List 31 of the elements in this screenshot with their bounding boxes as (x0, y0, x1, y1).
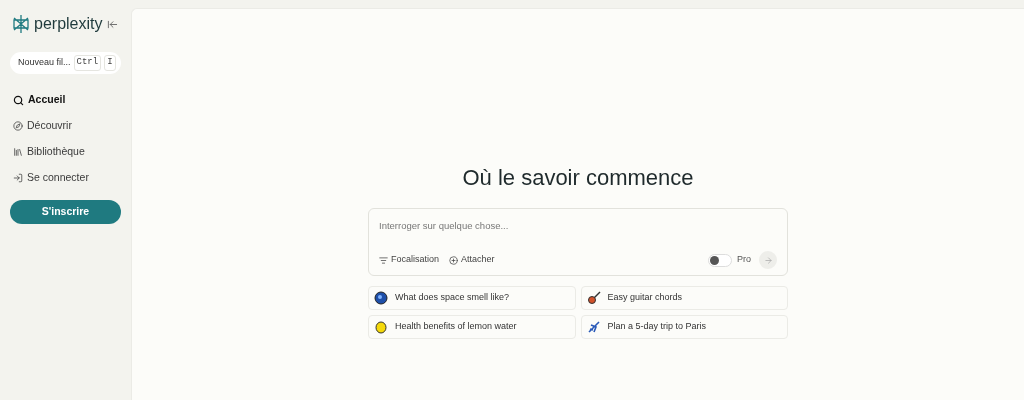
nav-item[interactable]: Se connecter (10, 168, 121, 188)
new-thread-button[interactable]: Nouveau fil... Ctrl I (10, 52, 121, 74)
plus-circle-icon (449, 255, 459, 265)
pro-label: Pro (737, 253, 751, 267)
compass-icon (13, 121, 23, 131)
suggestion-card[interactable]: Plan a 5-day trip to Paris (580, 315, 788, 339)
suggestion-card[interactable]: Health benefits of lemon water (368, 315, 576, 339)
search-field[interactable]: Interroger sur quelque chose... (379, 219, 777, 234)
heading: Où le savoir commence (462, 164, 694, 192)
guitar-icon (586, 291, 601, 305)
signup-button[interactable]: S'inscrire (10, 200, 121, 224)
shortcut-key: Ctrl (73, 55, 102, 71)
search-icon (13, 94, 24, 106)
filter-icon (379, 255, 388, 265)
logo-icon (12, 14, 30, 34)
shortcut-key: I (104, 55, 116, 71)
lemon-icon (374, 320, 388, 334)
arrow-right-icon (763, 255, 773, 265)
collapse-icon[interactable] (107, 18, 118, 30)
focus-button[interactable]: Focalisation (379, 253, 440, 267)
library-icon (13, 147, 23, 157)
suggestion-card[interactable]: Easy guitar chords (580, 286, 788, 310)
suggestion-card[interactable]: What does space smell like? (368, 286, 576, 310)
attach-button[interactable]: Attacher (449, 253, 495, 267)
nav-item[interactable]: Bibliothèque (10, 142, 121, 162)
planet-icon (374, 291, 388, 305)
login-icon (13, 173, 23, 183)
nav-item[interactable]: Accueil (10, 90, 121, 110)
nav-item[interactable]: Découvrir (10, 116, 121, 136)
pro-toggle[interactable] (708, 253, 732, 267)
logo-text: perplexity (34, 14, 103, 34)
